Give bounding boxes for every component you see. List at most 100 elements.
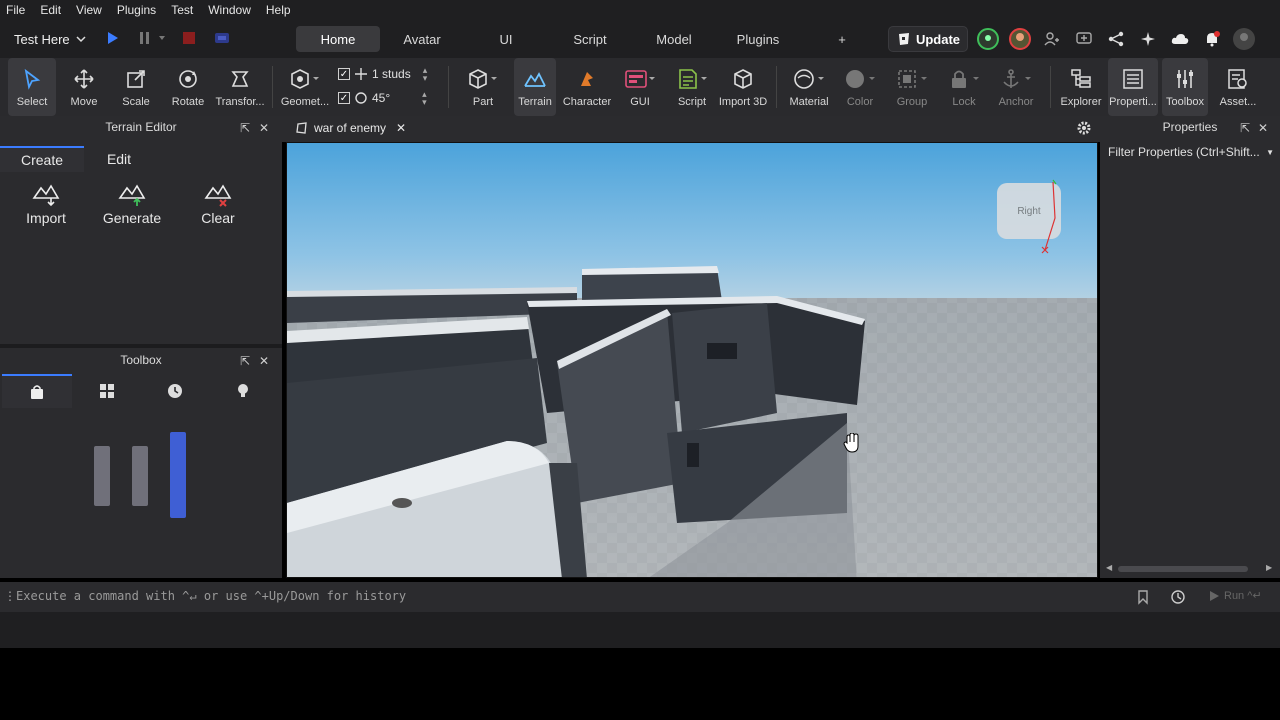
properties-header: Properties ⇱ ✕ <box>1100 116 1280 138</box>
terrain-generate-button[interactable]: Generate <box>102 180 162 226</box>
close-icon[interactable]: ✕ <box>396 121 406 135</box>
gui-tool-button[interactable]: GUI <box>618 58 662 116</box>
toolbox-tab-creations[interactable] <box>208 374 278 408</box>
part-tool-button[interactable]: Part <box>458 58 508 116</box>
move-snap-stepper-icon[interactable]: ▴ ▾ <box>423 66 428 83</box>
geometry-tool-button[interactable]: Geomet... <box>280 58 330 116</box>
bookmark-icon[interactable] <box>1136 589 1150 605</box>
filter-properties-input[interactable]: Filter Properties (Ctrl+Shift... ▼ <box>1108 142 1274 162</box>
run-command-button[interactable]: Run ^↵ <box>1208 589 1262 602</box>
toolbox-tab-recent[interactable] <box>140 374 210 408</box>
dock-icon[interactable]: ⇱ <box>1240 121 1250 135</box>
collaborator-avatar-red-icon[interactable] <box>1007 26 1033 52</box>
rotate-tool-button[interactable]: Rotate <box>166 58 210 116</box>
home-toolbar: Select Move Scale Rotate Transfor... Geo… <box>0 58 1280 116</box>
cloud-icon[interactable] <box>1167 26 1193 52</box>
import-3d-button[interactable]: Import 3D <box>718 58 768 116</box>
pause-icon[interactable] <box>138 30 152 46</box>
rotate-snap-control[interactable]: ✓ 45° ▴ ▾ <box>338 90 427 107</box>
add-collaborator-icon[interactable] <box>1039 26 1065 52</box>
settings-gear-icon[interactable] <box>1076 120 1092 136</box>
place-file-icon <box>296 122 307 134</box>
profile-avatar-icon[interactable] <box>1231 26 1257 52</box>
group-tool-button[interactable]: Group <box>888 58 936 116</box>
grid-icon <box>100 384 114 398</box>
tab-plugins[interactable]: Plugins <box>716 26 800 52</box>
dock-icon[interactable]: ⇱ <box>240 354 250 368</box>
move-tool-button[interactable]: Move <box>62 58 106 116</box>
menu-test[interactable]: Test <box>171 3 193 17</box>
tab-edit[interactable]: Edit <box>84 146 154 172</box>
terrain-clear-label: Clear <box>201 210 235 226</box>
material-tool-button[interactable]: Material <box>784 58 834 116</box>
3d-viewport[interactable]: Right <box>286 142 1098 578</box>
terrain-clear-button[interactable]: Clear <box>190 180 246 226</box>
toolbox-tab-inventory[interactable] <box>72 374 142 408</box>
asset-manager-icon <box>1227 66 1249 92</box>
close-icon[interactable]: ✕ <box>259 121 269 135</box>
tab-add[interactable]: + <box>800 26 884 52</box>
scroll-left-icon[interactable]: ◀ <box>1106 563 1112 572</box>
update-button[interactable]: Update <box>888 26 968 52</box>
properties-button[interactable]: Properti... <box>1108 58 1158 116</box>
move-snap-checkbox[interactable]: ✓ <box>338 68 350 80</box>
menu-file[interactable]: File <box>6 3 25 17</box>
terrain-import-label: Import <box>26 210 66 226</box>
explorer-button[interactable]: Explorer <box>1058 58 1104 116</box>
collaborator-avatar-green-icon[interactable] <box>975 26 1001 52</box>
toolbox-button[interactable]: Toolbox <box>1162 58 1208 116</box>
toolbox-tab-marketplace[interactable] <box>2 374 72 408</box>
menu-window[interactable]: Window <box>208 3 251 17</box>
menu-plugins[interactable]: Plugins <box>117 3 156 17</box>
horizontal-scrollbar[interactable]: ◀ ▶ <box>1104 563 1276 574</box>
close-icon[interactable]: ✕ <box>259 354 269 368</box>
transform-tool-button[interactable]: Transfor... <box>214 58 266 116</box>
asset-manager-button[interactable]: Asset... <box>1214 58 1262 116</box>
rotate-snap-checkbox[interactable]: ✓ <box>338 92 350 104</box>
chevron-down-icon[interactable]: ▼ <box>1266 148 1274 157</box>
rotate-icon <box>177 66 199 92</box>
terrain-clear-icon <box>203 180 233 210</box>
select-tool-button[interactable]: Select <box>8 58 56 116</box>
menu-help[interactable]: Help <box>266 3 291 17</box>
dock-icon[interactable]: ⇱ <box>240 121 250 135</box>
notifications-bell-icon[interactable] <box>1199 26 1225 52</box>
scrollbar-thumb[interactable] <box>1118 566 1248 572</box>
script-tool-button[interactable]: Script <box>670 58 714 116</box>
rotate-snap-stepper-icon[interactable]: ▴ ▾ <box>422 90 427 107</box>
scale-tool-button[interactable]: Scale <box>114 58 158 116</box>
tab-ui[interactable]: UI <box>464 26 548 52</box>
character-tool-button[interactable]: Character <box>562 58 612 116</box>
share-icon[interactable] <box>1103 26 1129 52</box>
comment-icon[interactable] <box>1071 26 1097 52</box>
test-mode-dropdown[interactable]: Test Here <box>8 27 92 51</box>
stop-icon[interactable] <box>181 30 197 46</box>
menu-view[interactable]: View <box>76 3 102 17</box>
terrain-tool-button[interactable]: Terrain <box>514 58 556 116</box>
pause-options-chevron-icon[interactable] <box>158 34 166 42</box>
scroll-right-icon[interactable]: ▶ <box>1266 563 1272 572</box>
color-tool-button[interactable]: Color <box>836 58 884 116</box>
tab-avatar[interactable]: Avatar <box>380 26 464 52</box>
tab-script[interactable]: Script <box>548 26 632 52</box>
tab-create[interactable]: Create <box>0 146 84 172</box>
tab-home[interactable]: Home <box>296 26 380 52</box>
command-input[interactable]: Execute a command with ^↵ or use ^+Up/Do… <box>16 589 406 603</box>
drag-handle-icon[interactable]: ⋮ <box>4 589 16 603</box>
anchor-tool-button[interactable]: Anchor <box>992 58 1040 116</box>
document-tab[interactable]: war of enemy ✕ <box>296 116 406 140</box>
move-snap-control[interactable]: ✓ 1 studs ▴ ▾ <box>338 66 428 83</box>
client-server-icon[interactable] <box>213 30 231 46</box>
menu-edit[interactable]: Edit <box>40 3 61 17</box>
transform-icon <box>229 66 251 92</box>
play-icon[interactable] <box>106 30 120 46</box>
loading-bar <box>132 446 148 506</box>
lock-tool-button[interactable]: Lock <box>940 58 988 116</box>
close-icon[interactable]: ✕ <box>1258 121 1268 135</box>
tab-model[interactable]: Model <box>632 26 716 52</box>
character-icon <box>576 66 598 92</box>
terrain-import-button[interactable]: Import <box>18 180 74 226</box>
assistant-sparkle-icon[interactable] <box>1135 26 1161 52</box>
history-icon[interactable] <box>1170 589 1186 605</box>
terrain-editor-tabs: Create Edit <box>0 146 282 172</box>
